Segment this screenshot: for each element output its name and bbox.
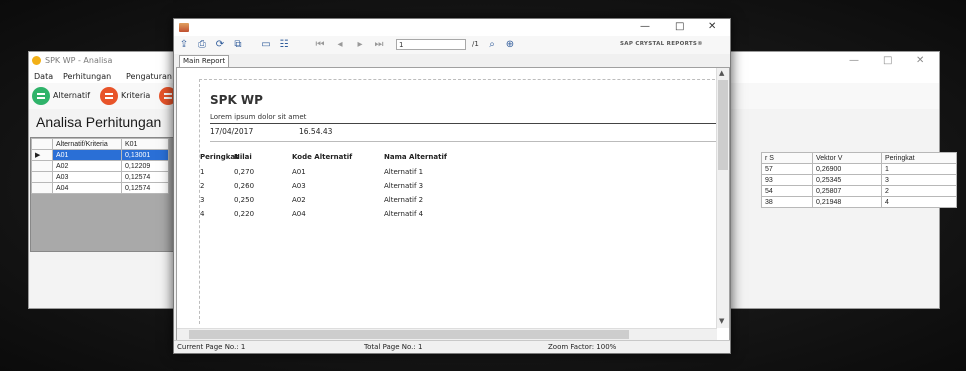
table-cell[interactable]: 0,21948 — [812, 196, 882, 208]
minimize-button[interactable]: — — [849, 55, 859, 66]
table-cell[interactable]: 0,12209 — [121, 160, 169, 172]
report-row: 4 0,220 A04 Alternatif 4 — [200, 210, 424, 218]
table-cell[interactable]: A01 — [52, 149, 122, 161]
table-cell[interactable]: 54 — [761, 185, 813, 197]
page-count: /1 — [472, 40, 479, 48]
tab-main-report[interactable]: Main Report — [179, 55, 230, 67]
report-time: 16.54.43 — [299, 127, 333, 136]
table-cell[interactable]: 0,12574 — [121, 171, 169, 183]
table-row[interactable]: 54 0,25807 2 — [761, 185, 957, 197]
table-cell[interactable]: 0,12574 — [121, 182, 169, 194]
window-title: SPK WP - Analisa — [45, 56, 113, 65]
column-header-nilai: Nilai — [234, 153, 252, 161]
table-cell[interactable]: 0,13001 — [121, 149, 169, 161]
table-row[interactable]: A04 0,12574 — [31, 182, 169, 194]
table-cell[interactable]: 3 — [881, 174, 957, 186]
menu-pengaturan[interactable]: Pengaturan — [126, 72, 172, 81]
scroll-down-icon[interactable]: ▼ — [719, 317, 724, 325]
vertical-scrollbar[interactable]: ▲ ▼ — [716, 68, 729, 328]
report-row: 3 0,250 A02 Alternatif 2 — [200, 196, 424, 204]
table-cell[interactable]: 0,26900 — [812, 163, 882, 175]
list-icon — [100, 87, 118, 105]
scroll-thumb[interactable] — [189, 330, 629, 339]
page-title: Analisa Perhitungan — [36, 114, 162, 130]
zoom-icon[interactable]: ⊕ — [504, 39, 516, 50]
row-marker: ▶ — [31, 149, 53, 161]
report-page: SPK WP Lorem ipsum dolor sit amet 17/04/… — [199, 79, 720, 324]
report-date: 17/04/2017 — [210, 127, 254, 136]
column-header-peringkat: Peringkat — [200, 153, 239, 161]
menu-data[interactable]: Data — [34, 72, 53, 81]
app-icon — [179, 23, 189, 32]
column-header[interactable]: Vektor V — [812, 152, 882, 164]
table-cell[interactable]: 0,25807 — [812, 185, 882, 197]
report-viewer-window: — □ ✕ ⇪ ⎙ ⟳ ⧉ ▭ ☷ ⏮ ◂ ▸ ⏭ 1 /1 ⌕ ⊕ SAP C… — [173, 18, 731, 354]
first-page-icon[interactable]: ⏮ — [314, 39, 326, 50]
maximize-button[interactable]: □ — [883, 55, 892, 66]
report-toolbar: ⇪ ⎙ ⟳ ⧉ ▭ ☷ ⏮ ◂ ▸ ⏭ 1 /1 ⌕ ⊕ SAP CRYSTAL… — [174, 36, 730, 54]
column-header-nama: Nama Alternatif — [384, 153, 447, 161]
table-row[interactable]: 38 0,21948 4 — [761, 196, 957, 208]
refresh-icon[interactable]: ⟳ — [214, 39, 226, 50]
table-cell[interactable]: 93 — [761, 174, 813, 186]
report-row: 2 0,260 A03 Alternatif 3 — [200, 182, 424, 190]
report-row: 1 0,270 A01 Alternatif 1 — [200, 168, 424, 176]
page-number-input[interactable]: 1 — [396, 39, 466, 50]
close-button[interactable]: ✕ — [708, 21, 716, 32]
next-page-icon[interactable]: ▸ — [354, 39, 366, 50]
table-cell[interactable]: A03 — [52, 171, 122, 183]
app-icon — [32, 56, 41, 65]
divider — [210, 141, 720, 142]
scroll-up-icon[interactable]: ▲ — [719, 69, 724, 77]
table-cell[interactable]: A02 — [52, 160, 122, 172]
scroll-thumb[interactable] — [718, 80, 728, 170]
table-row[interactable]: A02 0,12209 — [31, 160, 169, 172]
column-header[interactable]: r S — [761, 152, 813, 164]
brand-label: SAP CRYSTAL REPORTS® — [620, 41, 703, 47]
table-row[interactable]: 57 0,26900 1 — [761, 163, 957, 175]
report-subtitle: Lorem ipsum dolor sit amet — [210, 113, 307, 121]
divider — [210, 123, 720, 124]
table-row[interactable]: ▶ A01 0,13001 — [31, 149, 169, 161]
find-icon[interactable]: ⌕ — [486, 39, 498, 50]
list-icon — [32, 87, 50, 105]
last-page-icon[interactable]: ⏭ — [373, 39, 385, 50]
report-title: SPK WP — [210, 93, 263, 107]
toggle-panel-icon[interactable]: ▭ — [260, 39, 272, 50]
hasil-grid[interactable]: r S Vektor V Peringkat 57 0,26900 1 93 0… — [761, 152, 961, 252]
report-canvas[interactable]: SPK WP Lorem ipsum dolor sit amet 17/04/… — [176, 67, 730, 341]
minimize-button[interactable]: — — [640, 21, 650, 32]
print-icon[interactable]: ⎙ — [196, 39, 208, 50]
current-page-status: Current Page No.: 1 — [177, 343, 246, 351]
table-cell[interactable]: 2 — [881, 185, 957, 197]
close-button[interactable]: ✕ — [916, 55, 924, 66]
status-bar: Current Page No.: 1 Total Page No.: 1 Zo… — [174, 340, 730, 353]
kriteria-grid[interactable]: Alternatif/Kriteria K01 ▶ A01 0,13001 A0… — [30, 137, 178, 252]
horizontal-scrollbar[interactable] — [177, 328, 717, 340]
group-tree-icon[interactable]: ☷ — [278, 39, 290, 50]
table-cell[interactable]: 1 — [881, 163, 957, 175]
table-cell[interactable]: 0,25345 — [812, 174, 882, 186]
column-header-kode: Kode Alternatif — [292, 153, 353, 161]
table-cell[interactable]: 57 — [761, 163, 813, 175]
table-row[interactable]: 93 0,25345 3 — [761, 174, 957, 186]
maximize-button[interactable]: □ — [675, 21, 684, 32]
table-cell[interactable]: 38 — [761, 196, 813, 208]
column-header[interactable]: K01 — [121, 138, 169, 150]
table-row[interactable]: A03 0,12574 — [31, 171, 169, 183]
column-header[interactable]: Peringkat — [881, 152, 957, 164]
export-icon[interactable]: ⇪ — [178, 39, 190, 50]
table-cell[interactable]: A04 — [52, 182, 122, 194]
table-cell[interactable]: 4 — [881, 196, 957, 208]
zoom-status: Zoom Factor: 100% — [548, 343, 617, 351]
prev-page-icon[interactable]: ◂ — [334, 39, 346, 50]
column-header[interactable]: Alternatif/Kriteria — [52, 138, 122, 150]
total-page-status: Total Page No.: 1 — [364, 343, 423, 351]
report-titlebar: — □ ✕ — [174, 19, 730, 36]
menu-perhitungan[interactable]: Perhitungan — [63, 72, 111, 81]
copy-icon[interactable]: ⧉ — [232, 39, 244, 50]
